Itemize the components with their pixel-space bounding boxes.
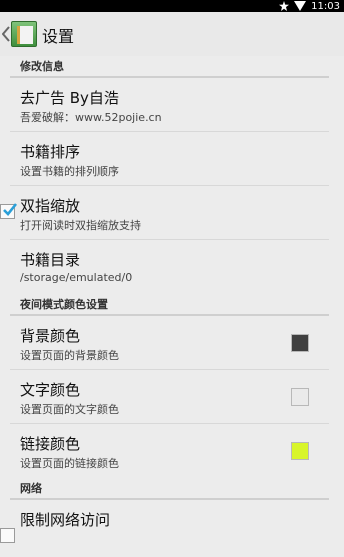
pref-summary: 吾爱破解：www.52pojie.cn — [20, 111, 162, 124]
pref-remove-ads[interactable]: 去广告 By自浩 吾爱破解：www.52pojie.cn — [10, 78, 329, 132]
pref-summary: 设置书籍的排列顺序 — [20, 165, 119, 178]
star-icon — [279, 1, 290, 11]
action-bar: 设置 — [0, 12, 344, 56]
pref-text-color[interactable]: 文字颜色 设置页面的文字颜色 — [10, 370, 329, 424]
status-icons: 11:03 — [279, 0, 340, 12]
background-color-swatch[interactable] — [291, 334, 309, 352]
status-bar: 11:03 — [0, 0, 344, 12]
book-app-icon[interactable] — [11, 21, 37, 47]
section-header-network: 网络 — [10, 478, 329, 500]
pref-title: 文字颜色 — [20, 381, 81, 399]
pref-summary: 设置页面的背景颜色 — [20, 349, 119, 362]
settings-list: 修改信息 去广告 By自浩 吾爱破解：www.52pojie.cn 书籍排序 设… — [0, 56, 344, 557]
pref-link-color[interactable]: 链接颜色 设置页面的链接颜色 — [10, 424, 329, 478]
pinch-zoom-checkbox[interactable] — [0, 203, 18, 219]
page-title: 设置 — [42, 27, 75, 46]
pref-title: 链接颜色 — [20, 435, 81, 453]
pref-summary: 设置页面的文字颜色 — [20, 403, 119, 416]
wifi-signal-icon — [294, 1, 307, 11]
pref-title: 书籍排序 — [20, 143, 81, 161]
pref-book-sort[interactable]: 书籍排序 设置书籍的排列顺序 — [10, 132, 329, 186]
pref-title: 限制网络访问 — [20, 511, 111, 529]
checkmark-icon — [3, 203, 18, 216]
section-header-modify-info: 修改信息 — [10, 56, 329, 78]
back-chevron-icon[interactable] — [2, 26, 10, 42]
pref-restrict-network[interactable]: 限制网络访问 — [0, 500, 329, 557]
pref-summary: 打开阅读时双指缩放支持 — [20, 219, 141, 232]
text-color-swatch[interactable] — [291, 388, 309, 406]
pref-pinch-zoom[interactable]: 双指缩放 打开阅读时双指缩放支持 — [0, 186, 329, 240]
pref-title: 去广告 By自浩 — [20, 89, 119, 107]
pref-summary: 设置页面的链接颜色 — [20, 457, 119, 470]
pref-book-directory[interactable]: 书籍目录 /storage/emulated/0 — [10, 240, 329, 294]
status-time: 11:03 — [311, 0, 340, 12]
pref-background-color[interactable]: 背景颜色 设置页面的背景颜色 — [10, 316, 329, 370]
section-header-night-colors: 夜间模式颜色设置 — [10, 294, 329, 316]
pref-title: 背景颜色 — [20, 327, 81, 345]
pref-title: 双指缩放 — [20, 197, 81, 215]
pref-summary: /storage/emulated/0 — [20, 271, 133, 284]
pref-title: 书籍目录 — [20, 251, 81, 269]
link-color-swatch[interactable] — [291, 442, 309, 460]
restrict-network-checkbox[interactable] — [0, 528, 15, 543]
